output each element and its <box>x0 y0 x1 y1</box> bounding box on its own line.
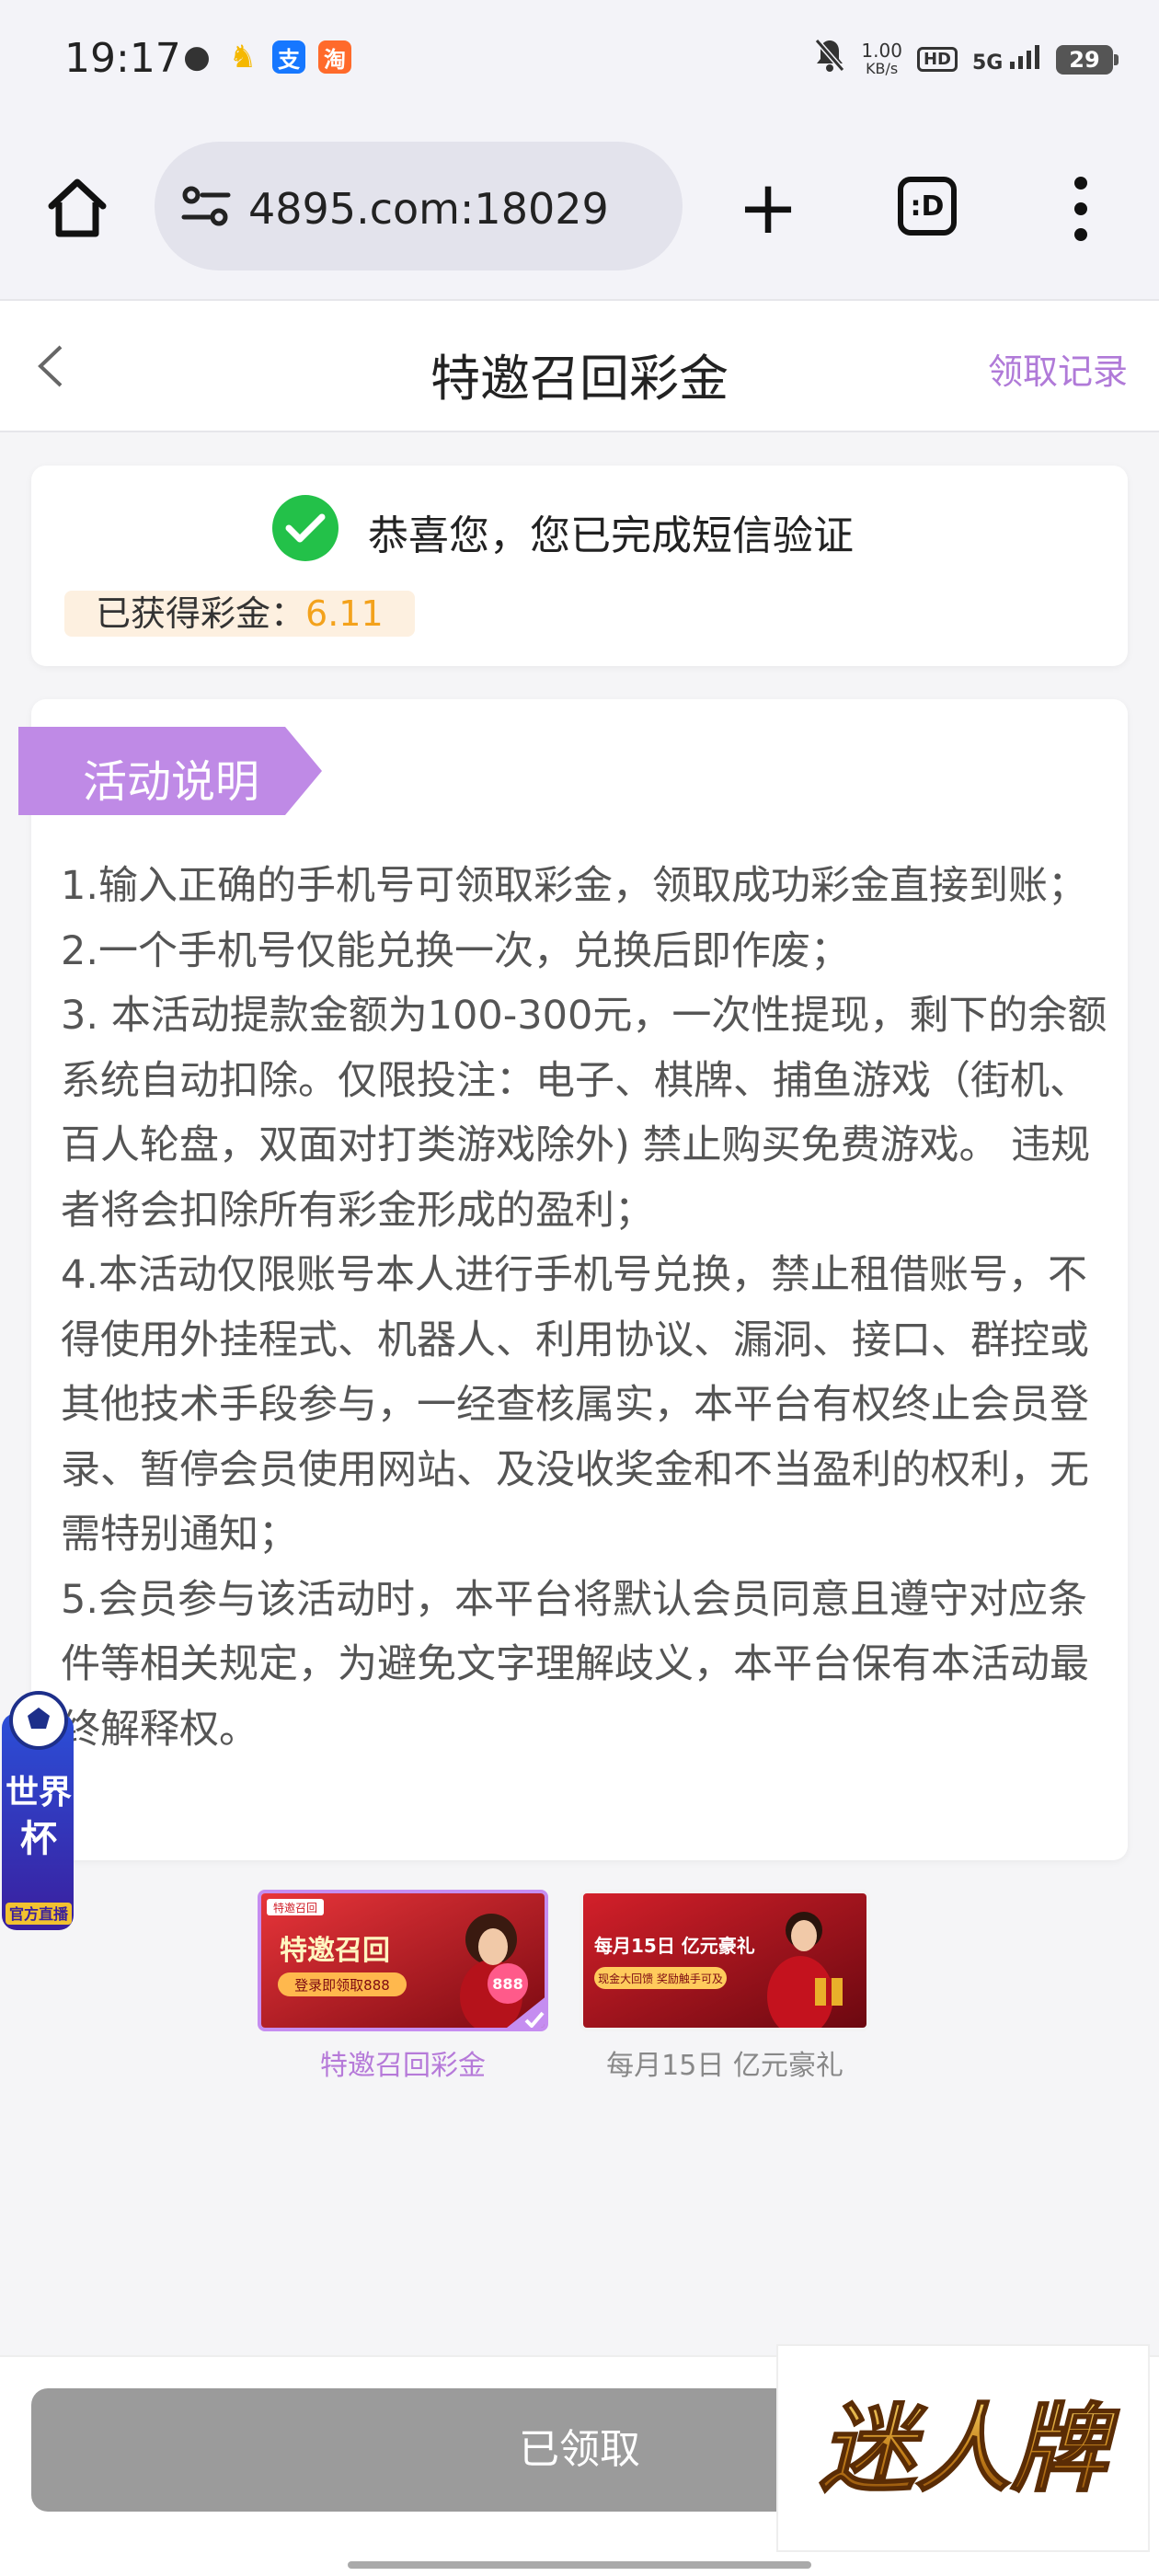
promo-thumb-recall[interactable]: 特邀召回 特邀召回 登录即领取888 888 <box>258 1890 548 2031</box>
app-notification-icon: ♞ <box>228 39 258 75</box>
chat-bubble-icon: ● <box>183 39 211 75</box>
status-bar: 19:17 ● ♞ 支 淘 1.00 KB/s HD 5G 29 <box>0 0 1159 120</box>
promo1-title: 特邀召回 <box>280 1935 390 1967</box>
bonus-label: 已获得彩金： <box>96 593 306 634</box>
promo-thumb-monthly[interactable]: 每月15日 亿元豪礼 现金大回馈 奖励触手可及 <box>580 1890 870 2031</box>
signal-icon: 5G <box>971 44 1041 75</box>
promo-caption-recall[interactable]: 特邀召回彩金 <box>258 2042 548 2083</box>
mute-bell-icon <box>813 37 846 82</box>
selected-check-icon <box>507 1997 545 2028</box>
battery-icon: 29 <box>1056 44 1119 75</box>
notification-icons: ● ♞ 支 淘 <box>180 39 351 75</box>
taobao-icon: 淘 <box>318 40 351 74</box>
promo2-title: 每月15日 亿元豪礼 <box>594 1935 755 1957</box>
check-circle-icon <box>272 495 339 561</box>
status-right: 1.00 KB/s HD 5G 29 <box>813 37 1119 82</box>
promo1-tag: 特邀召回 <box>273 1901 317 1915</box>
promo-caption-monthly[interactable]: 每月15日 亿元豪礼 <box>580 2042 870 2083</box>
promo1-number: 888 <box>492 1975 522 1993</box>
speed-unit: KB/s <box>866 59 899 77</box>
tab-switcher-button[interactable]: :D <box>898 177 957 236</box>
network-speed: 1.00 KB/s <box>861 41 902 78</box>
rule-item: 4.本活动仅限账号本人进行手机号兑换，禁止租借账号，不得使用外挂程式、机器人、利… <box>61 1252 1089 1558</box>
speed-value: 1.00 <box>861 39 902 62</box>
success-message: 恭喜您，您已完成短信验证 <box>368 512 854 559</box>
world-cup-line1: 世界 <box>6 1774 72 1811</box>
verification-success-card: 恭喜您，您已完成短信验证 已获得彩金： 6.11 <box>31 466 1128 666</box>
rule-item: 1.输入正确的手机号可领取彩金，领取成功彩金直接到账； <box>61 863 1088 909</box>
url-text: 4895.com:18029 <box>248 184 609 234</box>
site-settings-icon[interactable] <box>180 182 232 230</box>
promo2-subtitle: 现金大回馈 奖励触手可及 <box>598 1972 723 1985</box>
alipay-icon: 支 <box>272 40 305 74</box>
address-bar[interactable]: 4895.com:18029 <box>155 142 683 270</box>
rule-item: 5.会员参与该活动时，本平台将默认会员同意且遵守对应条件等相关规定，为避免文字理… <box>61 1576 1089 1753</box>
app-header: 特邀召回彩金 领取记录 <box>0 299 1159 432</box>
promo1-subtitle: 登录即领取888 <box>294 1977 390 1994</box>
activity-title: 活动说明 <box>83 756 260 808</box>
home-button[interactable] <box>44 175 110 241</box>
rule-item: 2.一个手机号仅能兑换一次，兑换后即作废； <box>61 927 851 974</box>
new-tab-button[interactable]: + <box>736 171 800 245</box>
home-icon <box>48 178 107 237</box>
more-menu-button[interactable] <box>1067 177 1095 241</box>
live-tag: 官方直播 <box>9 1905 69 1923</box>
claim-records-link[interactable]: 领取记录 <box>988 343 1128 394</box>
world-cup-live-badge[interactable]: 世界 杯 官方直播 <box>0 1685 77 1941</box>
network-type: 5G <box>971 51 1004 75</box>
hd-badge: HD <box>916 47 958 72</box>
bonus-value: 6.11 <box>305 593 384 634</box>
activity-description-card: 活动说明 1.输入正确的手机号可领取彩金，领取成功彩金直接到账； 2.一个手机号… <box>18 699 1128 1860</box>
signal-bars-icon <box>1010 44 1039 69</box>
page-title: 特邀召回彩金 <box>430 350 729 408</box>
status-time: 19:17 <box>64 35 181 82</box>
bonus-earned-badge: 已获得彩金： 6.11 <box>64 591 415 637</box>
browser-toolbar: 4895.com:18029 + :D <box>0 120 1159 299</box>
activity-rules: 1.输入正确的手机号可领取彩金，领取成功彩金直接到账； 2.一个手机号仅能兑换一… <box>61 854 1109 1762</box>
brand-logo-text: 迷人牌 <box>820 2393 1120 2505</box>
rule-item: 3. 本活动提款金额为100-300元，一次性提现，剩下的余额系统自动扣除。仅限… <box>61 993 1107 1234</box>
brand-logo: 迷人牌 <box>776 2344 1150 2552</box>
world-cup-line2: 杯 <box>20 1818 57 1860</box>
gesture-home-indicator[interactable] <box>348 2561 811 2569</box>
